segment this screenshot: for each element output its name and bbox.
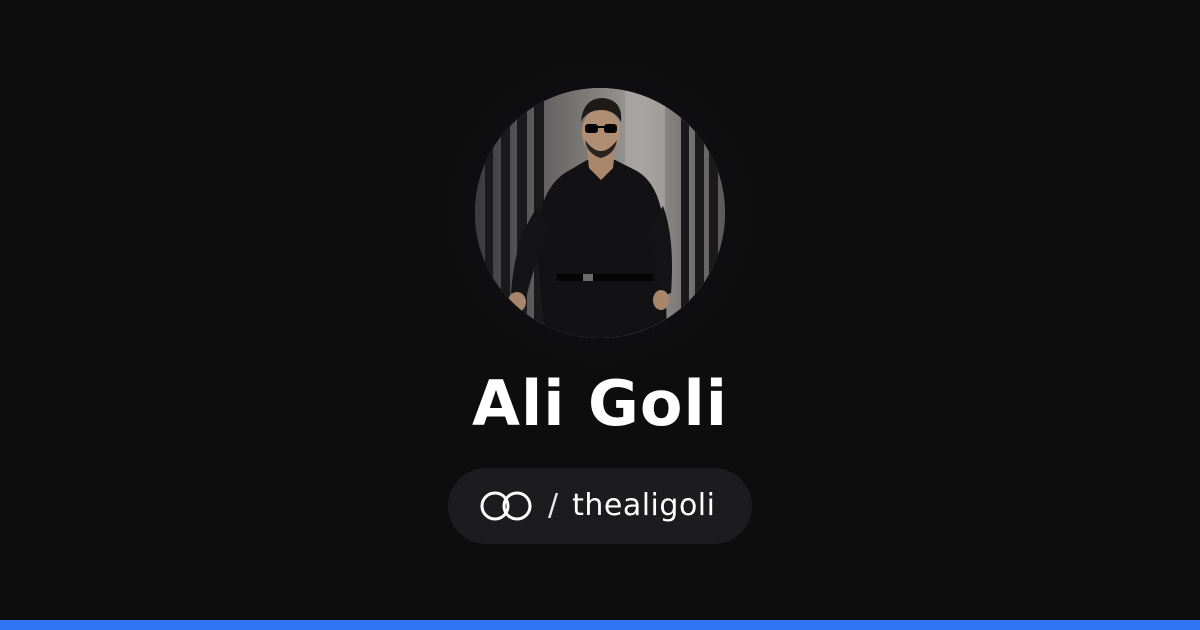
avatar-photo [475, 88, 725, 338]
avatar [475, 88, 725, 338]
linked-rings-icon [478, 489, 534, 523]
profile-card: Ali Goli / thealigoli [0, 0, 1200, 630]
accent-bar [0, 620, 1200, 630]
profile-name: Ali Goli [471, 367, 729, 440]
profile-handle: thealigoli [572, 488, 716, 523]
handle-separator: / [548, 488, 559, 523]
handle-pill[interactable]: / thealigoli [448, 468, 752, 544]
